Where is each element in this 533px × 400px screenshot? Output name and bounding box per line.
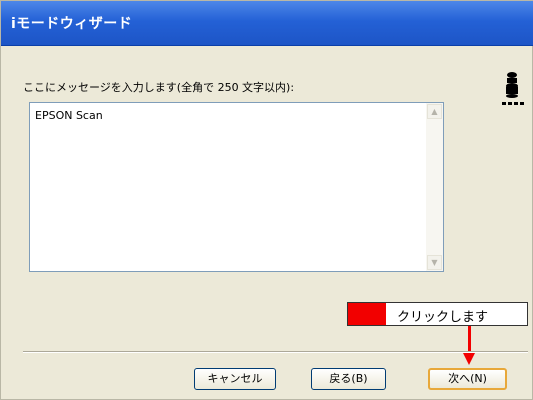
message-textarea[interactable]: EPSON Scan ▲ ▼ — [29, 102, 444, 272]
message-text: EPSON Scan — [35, 109, 103, 122]
message-prompt-label: ここにメッセージを入力します(全角で 250 文字以内): — [23, 81, 295, 94]
cancel-button[interactable]: キャンセル — [194, 368, 276, 390]
callout-text: クリックします — [397, 310, 489, 325]
back-button[interactable]: 戻る(B) — [311, 368, 386, 390]
click-annotation-callout: クリックします — [347, 302, 528, 326]
scroll-up-arrow-icon[interactable]: ▲ — [427, 104, 442, 119]
wizard-window: iモードウィザード ここにメッセージを入力します(全角で 250 文字以内): … — [0, 0, 533, 400]
title-bar: iモードウィザード — [1, 1, 533, 46]
red-arrow-icon — [468, 326, 471, 352]
window-title: iモードウィザード — [11, 16, 133, 32]
button-separator — [23, 351, 528, 353]
textarea-scrollbar[interactable]: ▲ ▼ — [426, 103, 443, 271]
scroll-down-arrow-icon[interactable]: ▼ — [427, 255, 442, 270]
next-button[interactable]: 次へ(N) — [428, 368, 507, 390]
scanner-icon — [502, 72, 524, 105]
callout-red-block — [348, 303, 386, 325]
red-arrow-head — [462, 351, 476, 365]
